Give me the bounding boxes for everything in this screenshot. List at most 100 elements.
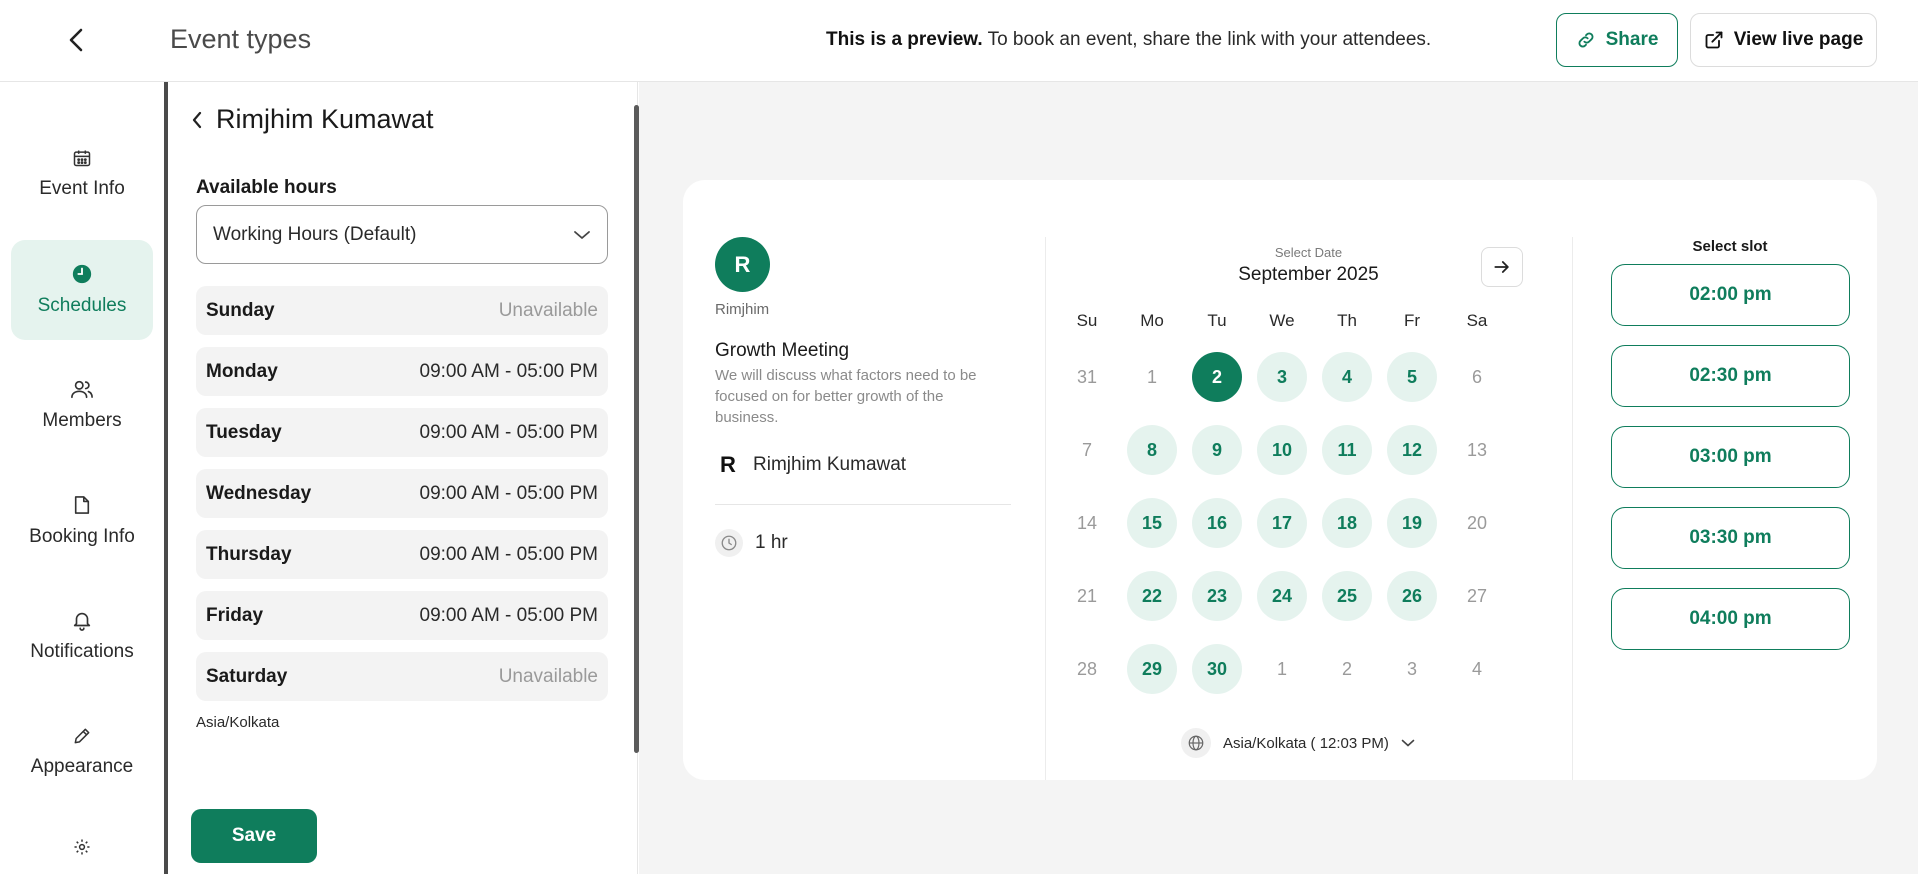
calendar-day: 14	[1076, 512, 1098, 533]
calendar-day[interactable]: 18	[1322, 498, 1372, 548]
calendar-icon	[73, 150, 91, 167]
duration-value: 1 hr	[755, 532, 788, 553]
member-header[interactable]: Rimjhim Kumawat	[192, 104, 434, 135]
day-row-wednesday: Wednesday 09:00 AM - 05:00 PM	[196, 469, 608, 518]
calendar-day[interactable]: 9	[1192, 425, 1242, 475]
divider	[715, 504, 1011, 505]
chevron-left-icon	[69, 28, 83, 52]
pencil-icon	[74, 728, 90, 744]
calendar-day[interactable]: 12	[1387, 425, 1437, 475]
calendar-day: 6	[1471, 366, 1482, 387]
chevron-left-icon	[192, 111, 202, 128]
day-hours: 09:00 AM - 05:00 PM	[419, 482, 599, 504]
calendar-day[interactable]: 15	[1127, 498, 1177, 548]
timezone-label: Asia/Kolkata	[196, 714, 280, 731]
gear-icon	[74, 839, 90, 855]
time-slot-button[interactable]: 02:30 pm	[1611, 345, 1850, 407]
event-title: Growth Meeting	[715, 340, 850, 361]
calendar-day[interactable]: 17	[1257, 498, 1307, 548]
host-row: R Rimjhim Kumawat	[715, 452, 906, 478]
nav-item-settings[interactable]	[11, 818, 153, 874]
calendar-day: 1	[1276, 658, 1287, 679]
calendar-day: 13	[1466, 439, 1488, 460]
time-slot-button[interactable]: 04:00 pm	[1611, 588, 1850, 650]
weekday-label: We	[1269, 311, 1295, 330]
nav-item-schedules[interactable]: Schedules	[11, 240, 153, 340]
calendar-day[interactable]: 11	[1322, 425, 1372, 475]
view-live-page-button[interactable]: View live page	[1690, 13, 1877, 67]
day-name: Monday	[206, 360, 278, 382]
calendar-day[interactable]: 29	[1127, 644, 1177, 694]
member-name: Rimjhim Kumawat	[216, 104, 434, 134]
day-name: Thursday	[206, 543, 292, 565]
calendar-day[interactable]: 22	[1127, 571, 1177, 621]
day-hours: 09:00 AM - 05:00 PM	[419, 360, 599, 382]
duration-row: 1 hr	[715, 529, 788, 557]
weekday-label: Th	[1337, 311, 1357, 330]
preview-notice-bold: This is a preview.	[826, 29, 983, 50]
day-name: Sunday	[206, 299, 275, 321]
calendar-day: 20	[1466, 512, 1488, 533]
day-row-tuesday: Tuesday 09:00 AM - 05:00 PM	[196, 408, 608, 457]
calendar-day[interactable]: 30	[1192, 644, 1242, 694]
weekday-label: Mo	[1140, 311, 1164, 330]
share-button[interactable]: Share	[1556, 13, 1678, 67]
calendar-day[interactable]: 4	[1322, 352, 1372, 402]
schedule-panel: Rimjhim Kumawat Available hours Working …	[168, 82, 638, 874]
back-button[interactable]	[60, 24, 92, 56]
calendar-day[interactable]: 5	[1387, 352, 1437, 402]
calendar-day[interactable]: 16	[1192, 498, 1242, 548]
calendar-day[interactable]: 8	[1127, 425, 1177, 475]
day-name: Saturday	[206, 665, 288, 687]
nav-item-booking-info[interactable]: Booking Info	[11, 471, 153, 571]
time-slot-button[interactable]: 02:00 pm	[1611, 264, 1850, 326]
calendar-day: 21	[1076, 585, 1098, 606]
available-hours-label: Available hours	[196, 177, 337, 198]
calendar-day[interactable]: 24	[1257, 571, 1307, 621]
chevron-down-icon	[1401, 739, 1415, 747]
event-description: We will discuss what factors need to be …	[715, 367, 977, 426]
nav-item-notifications[interactable]: Notifications	[11, 586, 153, 686]
weekday-label: Sa	[1466, 311, 1488, 330]
calendar-day[interactable]: 26	[1387, 571, 1437, 621]
weekday-label: Tu	[1207, 311, 1227, 330]
column-divider	[1572, 237, 1573, 780]
save-button[interactable]: Save	[191, 809, 317, 863]
host-short-name: Rimjhim	[715, 301, 770, 318]
top-bar: Event types This is a preview. To book a…	[0, 0, 1918, 82]
timezone-select-label: Asia/Kolkata ( 12:03 PM)	[1223, 734, 1389, 752]
clock-icon	[715, 529, 743, 557]
nav-item-members[interactable]: Members	[11, 355, 153, 455]
clock-icon	[72, 264, 92, 284]
side-navigation: Event Info Schedules Members Booking Inf…	[0, 82, 164, 874]
calendar-day[interactable]: 10	[1257, 425, 1307, 475]
timezone-select[interactable]: Asia/Kolkata ( 12:03 PM)	[1181, 728, 1415, 758]
calendar-day[interactable]: 25	[1322, 571, 1372, 621]
day-name: Friday	[206, 604, 264, 626]
next-month-button[interactable]	[1481, 247, 1523, 287]
chevron-down-icon	[574, 230, 590, 239]
users-icon	[71, 380, 93, 399]
time-slot-button[interactable]: 03:30 pm	[1611, 507, 1850, 569]
calendar-day-selected[interactable]: 2	[1192, 352, 1242, 402]
booking-preview-card: R Rimjhim Growth Meeting We will discuss…	[683, 180, 1877, 780]
nav-item-event-info[interactable]: Event Info	[11, 124, 153, 224]
calendar-day[interactable]: 23	[1192, 571, 1242, 621]
time-slot-button[interactable]: 03:00 pm	[1611, 426, 1850, 488]
calendar-day[interactable]: 19	[1387, 498, 1437, 548]
available-hours-select[interactable]: Working Hours (Default)	[196, 205, 608, 264]
available-hours-value: Working Hours (Default)	[213, 223, 417, 245]
calendar-day[interactable]: 3	[1257, 352, 1307, 402]
calendar-day: 2	[1341, 658, 1352, 679]
calendar-day: 27	[1466, 585, 1488, 606]
share-label: Share	[1605, 29, 1659, 50]
preview-notice: This is a preview. To book an event, sha…	[826, 29, 1431, 51]
day-hours: Unavailable	[498, 665, 598, 687]
select-slot-title: Select slot	[1692, 238, 1768, 255]
nav-label-event-info: Event Info	[39, 178, 125, 199]
link-icon	[1578, 32, 1594, 48]
host-initial: R	[720, 452, 736, 477]
nav-label-members: Members	[42, 410, 122, 431]
nav-item-appearance[interactable]: Appearance	[11, 702, 153, 802]
day-row-monday: Monday 09:00 AM - 05:00 PM	[196, 347, 608, 396]
